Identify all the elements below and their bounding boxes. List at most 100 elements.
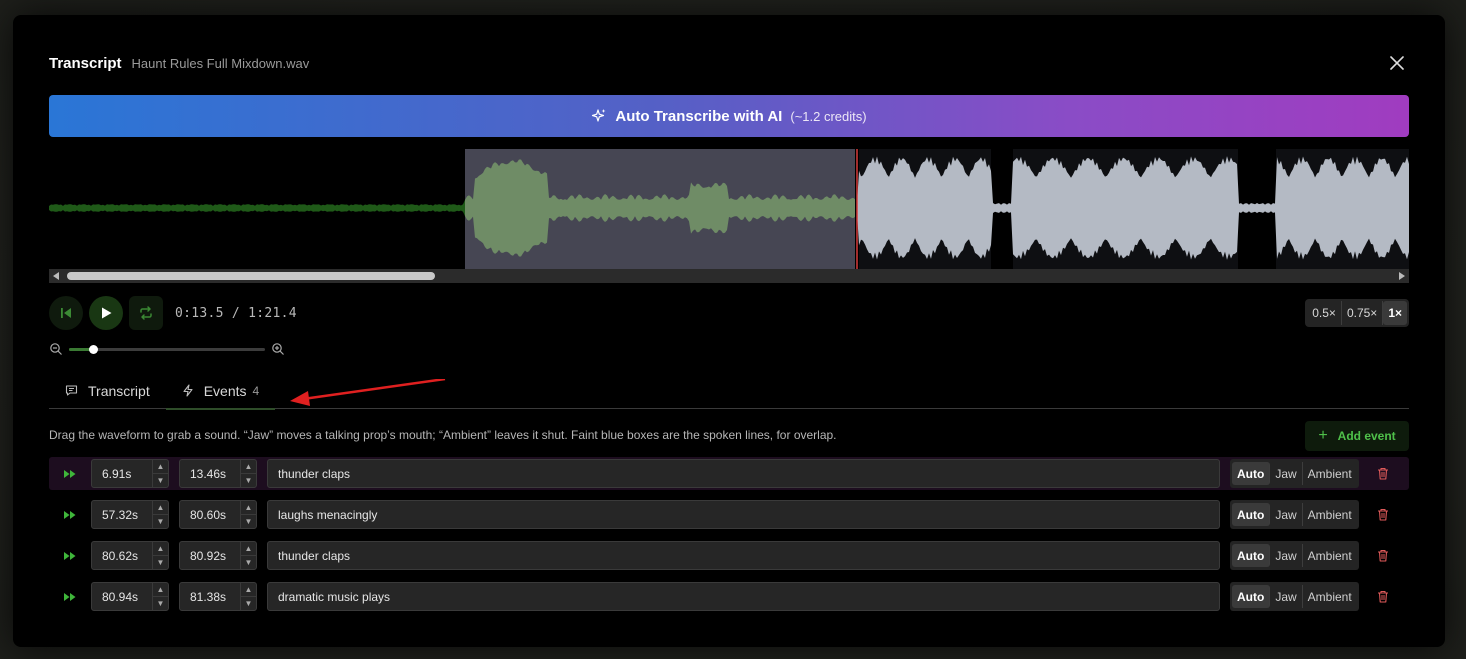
mode-option-jaw[interactable]: Jaw xyxy=(1270,544,1303,567)
delete-event-button[interactable] xyxy=(1377,467,1389,480)
play-button[interactable] xyxy=(89,296,123,330)
skip-back-button[interactable] xyxy=(49,296,83,330)
play-event-button[interactable] xyxy=(49,510,91,520)
start-stepper: ▲ ▼ xyxy=(152,542,168,569)
event-end-input[interactable]: 13.46s ▲ ▼ xyxy=(179,459,257,488)
start-increment[interactable]: ▲ xyxy=(153,542,168,556)
transport-controls: 0:13.5 / 1:21.4 xyxy=(49,296,297,330)
delete-event-button[interactable] xyxy=(1377,549,1389,562)
mode-option-jaw[interactable]: Jaw xyxy=(1270,585,1303,608)
zoom-slider[interactable] xyxy=(69,344,265,354)
start-decrement[interactable]: ▼ xyxy=(153,515,168,528)
play-icon xyxy=(102,307,112,319)
event-row: 80.94s ▲ ▼ 81.38s ▲ ▼ dramatic music pla… xyxy=(49,580,1409,613)
tab-transcript[interactable]: Transcript xyxy=(49,373,166,408)
end-increment[interactable]: ▲ xyxy=(241,501,256,515)
mode-option-jaw[interactable]: Jaw xyxy=(1270,503,1303,526)
end-decrement[interactable]: ▼ xyxy=(241,597,256,610)
start-decrement[interactable]: ▼ xyxy=(153,556,168,569)
transcript-modal: Transcript Haunt Rules Full Mixdown.wav … xyxy=(13,15,1445,647)
trash-icon xyxy=(1377,549,1388,562)
event-end-input[interactable]: 80.92s ▲ ▼ xyxy=(179,541,257,570)
event-start-input[interactable]: 57.32s ▲ ▼ xyxy=(91,500,169,529)
mode-option-ambient[interactable]: Ambient xyxy=(1303,462,1357,485)
auto-transcribe-button[interactable]: Auto Transcribe with AI (~1.2 credits) xyxy=(49,95,1409,137)
event-start-value: 80.94s xyxy=(102,589,139,604)
mode-option-ambient[interactable]: Ambient xyxy=(1303,585,1357,608)
end-increment[interactable]: ▲ xyxy=(241,542,256,556)
zoom-control xyxy=(49,341,285,357)
scrollbar-thumb[interactable] xyxy=(67,272,435,280)
event-start-value: 57.32s xyxy=(102,507,139,522)
modal-header: Transcript Haunt Rules Full Mixdown.wav xyxy=(49,55,1409,75)
end-increment[interactable]: ▲ xyxy=(241,460,256,474)
event-start-value: 80.62s xyxy=(102,548,139,563)
event-label-input[interactable]: thunder claps xyxy=(267,541,1220,570)
play-event-button[interactable] xyxy=(49,592,91,602)
mode-option-auto[interactable]: Auto xyxy=(1232,544,1271,567)
tab-events[interactable]: Events 4 xyxy=(165,373,276,410)
message-icon xyxy=(65,385,78,396)
event-end-input[interactable]: 81.38s ▲ ▼ xyxy=(179,582,257,611)
end-stepper: ▲ ▼ xyxy=(240,460,256,487)
scroll-left-arrow[interactable] xyxy=(53,272,59,280)
annotation-arrow xyxy=(290,379,446,406)
event-label-input[interactable]: laughs menacingly xyxy=(267,500,1220,529)
loop-icon xyxy=(140,306,152,320)
fast-forward-icon xyxy=(64,469,76,478)
scroll-right-arrow[interactable] xyxy=(1399,272,1405,280)
zoom-in-icon[interactable] xyxy=(271,342,285,356)
delete-event-button[interactable] xyxy=(1377,590,1389,603)
start-decrement[interactable]: ▼ xyxy=(153,597,168,610)
waveform-scrollbar[interactable] xyxy=(49,269,1409,283)
event-start-input[interactable]: 6.91s ▲ ▼ xyxy=(91,459,169,488)
delete-event-button[interactable] xyxy=(1377,508,1389,521)
end-decrement[interactable]: ▼ xyxy=(241,556,256,569)
mode-option-jaw[interactable]: Jaw xyxy=(1270,462,1303,485)
end-increment[interactable]: ▲ xyxy=(241,583,256,597)
event-start-input[interactable]: 80.94s ▲ ▼ xyxy=(91,582,169,611)
waveform-canvas[interactable] xyxy=(49,149,1409,269)
fast-forward-icon xyxy=(64,510,76,519)
event-end-input[interactable]: 80.60s ▲ ▼ xyxy=(179,500,257,529)
event-row: 57.32s ▲ ▼ 80.60s ▲ ▼ laughs menacingly … xyxy=(49,498,1409,531)
start-increment[interactable]: ▲ xyxy=(153,501,168,515)
start-increment[interactable]: ▲ xyxy=(153,583,168,597)
end-decrement[interactable]: ▼ xyxy=(241,474,256,487)
event-row: 80.62s ▲ ▼ 80.92s ▲ ▼ thunder claps Auto… xyxy=(49,539,1409,572)
speed-option[interactable]: 0.75× xyxy=(1342,301,1384,325)
play-event-button[interactable] xyxy=(49,551,91,561)
zoom-out-icon[interactable] xyxy=(49,342,63,356)
waveform[interactable] xyxy=(49,149,1409,269)
mode-option-ambient[interactable]: Ambient xyxy=(1303,544,1357,567)
event-label-input[interactable]: thunder claps xyxy=(267,459,1220,488)
loop-button[interactable] xyxy=(129,296,163,330)
close-button[interactable] xyxy=(1389,55,1409,75)
event-start-input[interactable]: 80.62s ▲ ▼ xyxy=(91,541,169,570)
event-label-input[interactable]: dramatic music plays xyxy=(267,582,1220,611)
start-stepper: ▲ ▼ xyxy=(152,501,168,528)
start-increment[interactable]: ▲ xyxy=(153,460,168,474)
mode-option-ambient[interactable]: Ambient xyxy=(1303,503,1357,526)
start-stepper: ▲ ▼ xyxy=(152,583,168,610)
event-row: 6.91s ▲ ▼ 13.46s ▲ ▼ thunder claps Auto J… xyxy=(49,457,1409,490)
events-list: 6.91s ▲ ▼ 13.46s ▲ ▼ thunder claps Auto J… xyxy=(49,457,1409,621)
end-decrement[interactable]: ▼ xyxy=(241,515,256,528)
zoom-slider-handle[interactable] xyxy=(88,344,98,354)
event-label-value: laughs menacingly xyxy=(278,507,378,522)
trash-icon xyxy=(1377,590,1388,603)
play-event-button[interactable] xyxy=(49,469,91,479)
mode-option-auto[interactable]: Auto xyxy=(1232,503,1271,526)
playback-speed-selector: 0.5× 0.75× 1× xyxy=(1305,299,1409,327)
events-hint: Drag the waveform to grab a sound. “Jaw”… xyxy=(49,428,837,442)
event-end-value: 80.60s xyxy=(190,507,227,522)
speed-option[interactable]: 1× xyxy=(1383,301,1407,325)
close-icon xyxy=(1390,56,1404,70)
fast-forward-icon xyxy=(64,592,76,601)
mode-option-auto[interactable]: Auto xyxy=(1232,462,1271,485)
add-event-button[interactable]: + Add event xyxy=(1305,421,1409,451)
mode-option-auto[interactable]: Auto xyxy=(1232,585,1271,608)
start-decrement[interactable]: ▼ xyxy=(153,474,168,487)
event-mode-selector: Auto Jaw Ambient xyxy=(1230,500,1359,529)
speed-option[interactable]: 0.5× xyxy=(1307,301,1342,325)
